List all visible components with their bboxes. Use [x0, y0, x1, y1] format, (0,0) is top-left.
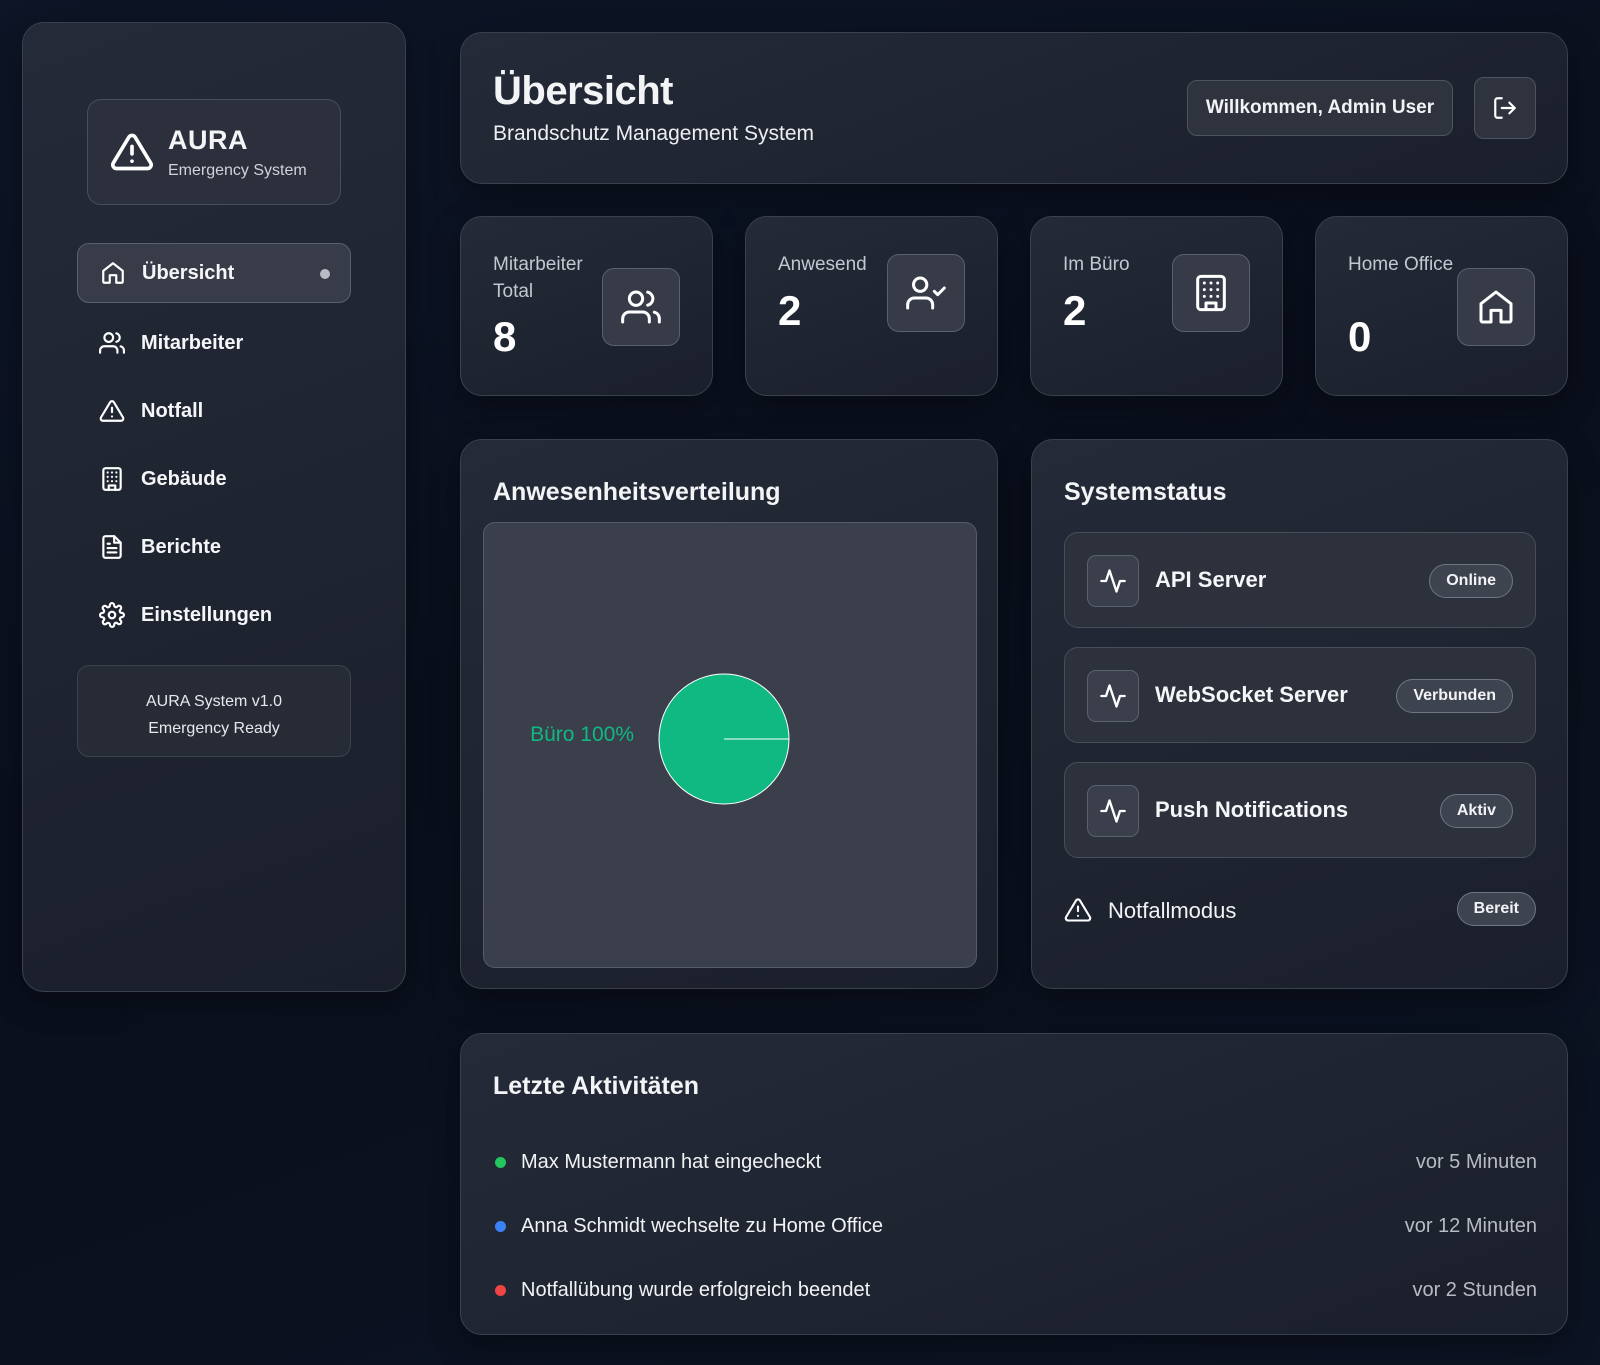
activity-icon	[1100, 684, 1126, 708]
service-row-api: API Server Online	[1064, 532, 1536, 628]
chart-area: Büro 100%	[483, 522, 977, 968]
stat-value: 2	[1063, 287, 1087, 334]
stat-label: Home Office	[1348, 254, 1454, 275]
user-check-icon	[906, 276, 946, 310]
activities-title: Letzte Aktivitäten	[493, 1072, 700, 1100]
sidebar-item-label: Einstellungen	[141, 603, 273, 626]
users-icon	[99, 332, 125, 354]
activity-time: vor 5 Minuten	[1415, 1151, 1537, 1173]
alert-triangle-icon	[1064, 898, 1092, 922]
sidebar: AURA Emergency System Übersicht Mitarbei…	[22, 22, 406, 992]
list-item: Max Mustermann hat eingecheckt vor 5 Min…	[493, 1148, 1537, 1178]
version-line: AURA System v1.0	[145, 693, 283, 710]
status-icon-box	[1087, 670, 1139, 722]
sidebar-item-berichte[interactable]: Berichte	[77, 517, 351, 577]
sidebar-item-label: Notfall	[141, 399, 204, 422]
activity-text: Anna Schmidt wechselte zu Home Office	[521, 1215, 884, 1237]
building-icon	[1196, 274, 1226, 312]
sidebar-item-label: Übersicht	[142, 261, 235, 284]
sidebar-item-notfall[interactable]: Notfall	[77, 381, 351, 441]
brand-logo: AURA Emergency System	[87, 99, 341, 205]
activity-dot-red	[495, 1285, 506, 1296]
sidebar-item-label: Berichte	[141, 535, 222, 558]
version-info: AURA System v1.0 Emergency Ready	[77, 665, 351, 757]
stat-icon-box	[1172, 254, 1250, 332]
sidebar-item-einstellungen[interactable]: Einstellungen	[77, 585, 351, 645]
building-icon	[102, 467, 122, 491]
active-indicator	[320, 269, 330, 279]
status-badge: Aktiv	[1439, 794, 1513, 828]
sidebar-item-gebaeude[interactable]: Gebäude	[77, 449, 351, 509]
recent-activities-panel: Letzte Aktivitäten Max Mustermann hat ei…	[460, 1033, 1568, 1335]
page-header: Übersicht Brandschutz Management System …	[460, 32, 1568, 184]
user-menu-button[interactable]: Willkommen, Admin User	[1187, 80, 1453, 136]
activity-dot-green	[495, 1157, 506, 1168]
emergency-mode-row: Notfallmodus Bereit	[1064, 892, 1536, 928]
stat-icon-box	[602, 268, 680, 346]
pie-chart: Büro 100%	[530, 673, 790, 805]
users-icon	[621, 290, 661, 324]
stat-value: 8	[493, 313, 517, 360]
stat-card-total: Mitarbeiter Total 8	[460, 216, 713, 396]
file-text-icon	[102, 535, 122, 559]
activity-time: vor 12 Minuten	[1404, 1215, 1537, 1237]
list-item: Notfallübung wurde erfolgreich beendet v…	[493, 1276, 1537, 1306]
status-icon-box	[1087, 785, 1139, 837]
status-badge: Online	[1429, 564, 1513, 598]
stat-card-homeoffice: Home Office 0	[1315, 216, 1568, 396]
stat-card-buero: Im Büro 2	[1030, 216, 1283, 396]
service-name: Push Notifications	[1155, 797, 1349, 822]
service-row-push: Push Notifications Aktiv	[1064, 762, 1536, 858]
brand-subtitle: Emergency System	[168, 161, 307, 179]
attendance-chart-panel: Anwesenheitsverteilung Büro 100%	[460, 439, 998, 989]
sidebar-item-label: Gebäude	[141, 467, 227, 490]
alert-triangle-icon	[99, 400, 125, 422]
version-status: Emergency Ready	[148, 720, 280, 737]
brand-title: AURA	[168, 124, 248, 155]
activity-dot-blue	[495, 1221, 506, 1232]
activity-text: Max Mustermann hat eingecheckt	[521, 1151, 822, 1173]
page-title: Übersicht	[493, 69, 674, 113]
activity-icon	[1100, 569, 1126, 593]
status-icon-box	[1087, 555, 1139, 607]
emergency-mode-label: Notfallmodus	[1108, 898, 1237, 923]
home-icon	[1479, 290, 1513, 324]
activity-text: Notfallübung wurde erfolgreich beendet	[521, 1279, 871, 1301]
alert-triangle-icon	[111, 133, 153, 171]
status-badge: Bereit	[1456, 892, 1536, 926]
sidebar-item-uebersicht[interactable]: Übersicht	[77, 243, 351, 303]
home-icon	[102, 262, 124, 284]
sidebar-item-mitarbeiter[interactable]: Mitarbeiter	[77, 313, 351, 373]
system-status-panel: Systemstatus API Server Online WebSocket…	[1031, 439, 1568, 989]
stat-card-anwesend: Anwesend 2	[745, 216, 998, 396]
stat-value: 0	[1348, 313, 1372, 360]
chart-title: Anwesenheitsverteilung	[493, 478, 781, 506]
stat-value: 2	[778, 287, 802, 334]
log-out-icon	[1494, 97, 1516, 119]
page-subtitle: Brandschutz Management System	[493, 122, 814, 145]
status-badge: Verbunden	[1396, 679, 1513, 713]
service-name: API Server	[1155, 567, 1267, 592]
gear-icon	[99, 602, 125, 628]
stat-icon-box	[1457, 268, 1535, 346]
service-row-websocket: WebSocket Server Verbunden	[1064, 647, 1536, 743]
service-name: WebSocket Server	[1155, 682, 1348, 707]
stat-label: Anwesend	[778, 254, 867, 275]
pie-slice-label: Büro 100%	[530, 723, 634, 746]
stat-icon-box	[887, 254, 965, 332]
sidebar-item-label: Mitarbeiter	[141, 331, 244, 354]
activity-icon	[1100, 799, 1126, 823]
list-item: Anna Schmidt wechselte zu Home Office vo…	[493, 1212, 1537, 1242]
status-title: Systemstatus	[1064, 478, 1227, 506]
logout-button[interactable]	[1474, 77, 1536, 139]
activity-time: vor 2 Stunden	[1412, 1279, 1537, 1301]
stat-label: Im Büro	[1063, 254, 1130, 275]
stat-label: Mitarbeiter Total	[493, 254, 583, 302]
